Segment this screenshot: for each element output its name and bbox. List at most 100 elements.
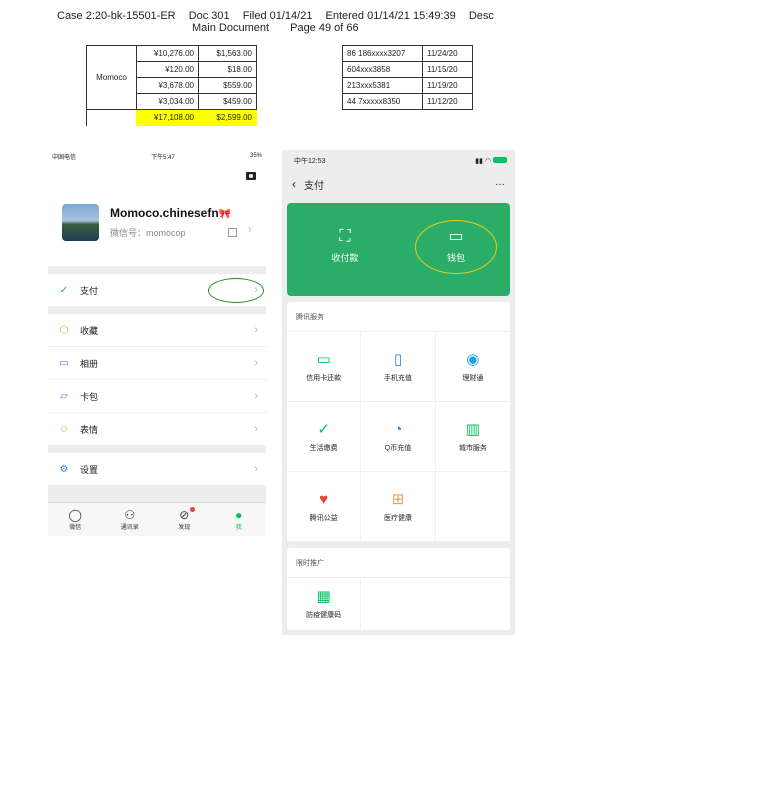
section-title: 限时推广 [287, 548, 510, 578]
usd-cell: $459.00 [198, 93, 257, 110]
table-row: 604xxx3858 11/15/20 [342, 61, 473, 78]
menu-item-label: 相册 [80, 358, 99, 369]
clock: 中午12:53 [294, 158, 326, 165]
cards-icon: ▱ [60, 390, 68, 402]
entered-date: Entered 01/14/21 15:49:39 [325, 10, 456, 22]
avatar[interactable] [62, 204, 99, 241]
heart-icon: ♥ [319, 490, 329, 508]
account-date: 11/19/20 [422, 77, 473, 94]
wechat-id: 微信号：momocop [110, 228, 186, 238]
person-icon: ● [235, 508, 243, 522]
back-icon[interactable]: ‹ [292, 177, 296, 191]
settings-icon: ⚙ [59, 463, 69, 475]
tab-chats[interactable]: ◯ 微信 [48, 503, 103, 536]
status-icons: ▮▮ ◠ [475, 157, 507, 165]
penguin-icon: ◔ [393, 420, 403, 438]
scan-icon: ⛶ [339, 228, 351, 245]
menu-item-favorites[interactable]: ⬡ 收藏 › [48, 314, 266, 346]
highlight-oval [208, 278, 264, 303]
account-number: 604xxx3858 [342, 61, 423, 78]
battery-level: 35% [249, 153, 262, 159]
contacts-icon: ⚇ [124, 508, 136, 522]
service-label: Q币充值 [384, 444, 412, 452]
rmb-cell: ¥3,678.00 [136, 77, 199, 94]
tab-me[interactable]: ● 我 [212, 503, 267, 536]
more-icon[interactable]: ··· [495, 179, 505, 190]
promotions-section: 限时推广 ▦ 防疫健康码 [287, 548, 510, 630]
menu-item-label: 表情 [80, 424, 99, 435]
bow-icon: 🎀 [218, 209, 232, 220]
pay-icon: ✓ [59, 284, 69, 296]
section-title: 腾讯服务 [287, 302, 510, 332]
tab-contacts[interactable]: ⚇ 通讯录 [103, 503, 158, 536]
service-health[interactable]: ⊞ 医疗健康 [361, 472, 436, 542]
menu-item-cards[interactable]: ▱ 卡包 › [48, 380, 266, 412]
service-label: 医疗健康 [383, 514, 412, 522]
menu-item-album[interactable]: ▭ 相册 › [48, 347, 266, 379]
service-city[interactable]: ▥ 城市服务 [435, 402, 510, 472]
service-label: 手机充值 [383, 374, 412, 382]
status-bar: 中午12:53 ▮▮ ◠ [282, 150, 515, 172]
tab-label: 发现 [178, 525, 191, 531]
service-label: 城市服务 [458, 444, 487, 452]
profile-name-text: Momoco.chinesefn [110, 206, 219, 220]
highlight-oval [415, 220, 497, 274]
promo-health-code[interactable]: ▦ 防疫健康码 [287, 578, 362, 630]
chevron-right-icon: › [248, 224, 252, 236]
service-charity[interactable]: ♥ 腾讯公益 [287, 472, 362, 542]
service-utilities[interactable]: ✓ 生活缴费 [287, 402, 362, 472]
wealth-icon: ◉ [466, 350, 480, 368]
phone-icon: ▯ [393, 350, 403, 368]
promo-label: 防疫健康码 [306, 612, 342, 619]
sticker-icon: ☺ [58, 423, 70, 435]
tab-discover[interactable]: ⊘ 发现 [157, 503, 212, 536]
wechat-me-screenshot: 中国电信 下午5:47 35% Momoco.chinesefn🎀 微信号：mo… [48, 150, 266, 536]
medical-icon: ⊞ [391, 490, 405, 508]
page-number: Page 49 of 66 [290, 22, 359, 34]
service-wealth[interactable]: ◉ 理财通 [435, 332, 510, 402]
wechat-pay-screenshot: 中午12:53 ▮▮ ◠ ‹ 支付 ··· ⛶ 收付款 ▭ 钱包 腾讯服务 ▭ … [282, 150, 515, 635]
service-qcoin[interactable]: ◔ Q币充值 [361, 402, 436, 472]
carrier: 中国电信 [52, 154, 77, 161]
menu-item-pay[interactable]: ✓ 支付 › [48, 274, 266, 306]
total-usd: $2,599.00 [198, 109, 257, 126]
usd-cell: $559.00 [198, 77, 257, 94]
status-bar: 中国电信 下午5:47 35% [48, 150, 266, 162]
menu-item-settings[interactable]: ⚙ 设置 › [48, 453, 266, 485]
menu-item-label: 设置 [80, 464, 99, 475]
chat-bubble-icon: ◯ [68, 508, 82, 522]
empty-cell [435, 472, 510, 542]
desc-label: Desc [468, 10, 494, 22]
account-number: 213xxx5381 [342, 77, 423, 94]
chevron-right-icon: › [254, 324, 258, 336]
chevron-right-icon: › [254, 357, 258, 369]
account-date: 11/15/20 [422, 61, 473, 78]
account-number: 86 186xxxx3207 [342, 45, 423, 62]
table-row: Momoco ¥10,276.00 $1,563.00 [86, 45, 257, 110]
menu-item-label: 卡包 [80, 391, 99, 402]
ledger-name: Momoco [86, 45, 137, 110]
filed-date: Filed 01/14/21 [242, 10, 313, 22]
case-number: Case 2:20-bk-15501-ER [57, 10, 176, 22]
ledger-table: Momoco ¥10,276.00 $1,563.00 ¥120.00 $18.… [86, 45, 257, 126]
blank-cell [86, 109, 137, 126]
tencent-services-section: 腾讯服务 ▭ 信用卡还款 ▯ 手机充值 ◉ 理财通 ✓ 生活缴费 ◔ Q币充值 [287, 302, 510, 542]
page-title: 支付 [304, 180, 324, 192]
menu-item-stickers[interactable]: ☺ 表情 › [48, 413, 266, 445]
camera-icon[interactable] [246, 172, 256, 180]
doc-number: Doc 301 [188, 10, 230, 22]
usd-cell: $1,563.00 [198, 45, 257, 62]
service-mobile-topup[interactable]: ▯ 手机充值 [361, 332, 436, 402]
service-credit-card[interactable]: ▭ 信用卡还款 [287, 332, 362, 402]
profile-card[interactable]: Momoco.chinesefn🎀 微信号：momocop › [48, 162, 266, 266]
rmb-cell: ¥3,034.00 [136, 93, 199, 110]
utilities-icon: ✓ [317, 420, 330, 438]
compass-icon: ⊘ [179, 508, 190, 522]
credit-card-icon: ▭ [316, 350, 331, 368]
button-label: 收付款 [331, 253, 359, 263]
tab-bar: ◯ 微信 ⚇ 通讯录 ⊘ 发现 ● 我 [48, 502, 266, 536]
qr-code-icon[interactable] [228, 228, 237, 237]
receive-pay-button[interactable]: ⛶ 收付款 [310, 227, 380, 264]
menu-item-label: 收藏 [80, 325, 99, 336]
profile-name: Momoco.chinesefn🎀 [110, 206, 231, 220]
